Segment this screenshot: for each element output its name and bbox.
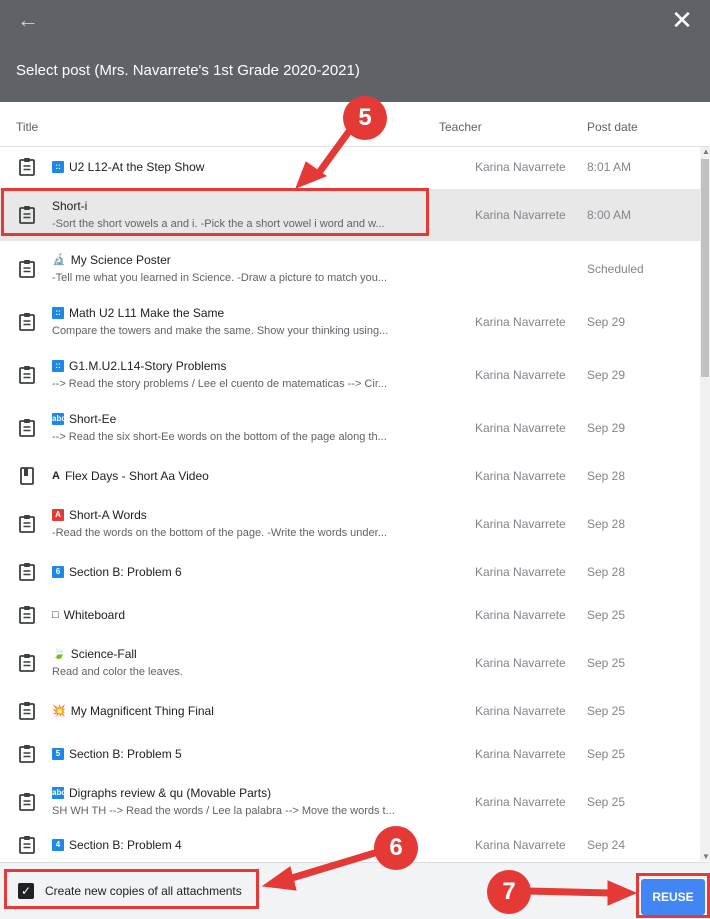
arrow-7-head bbox=[607, 880, 638, 906]
step-5-callout: 5 bbox=[343, 96, 387, 140]
arrow-7-shaft bbox=[527, 887, 611, 897]
step-7-callout: 7 bbox=[487, 870, 531, 914]
step-6-callout: 6 bbox=[374, 826, 418, 870]
arrow-5-shaft bbox=[315, 127, 353, 177]
arrow-6-head bbox=[261, 866, 297, 891]
arrow-6-shaft bbox=[290, 848, 380, 882]
